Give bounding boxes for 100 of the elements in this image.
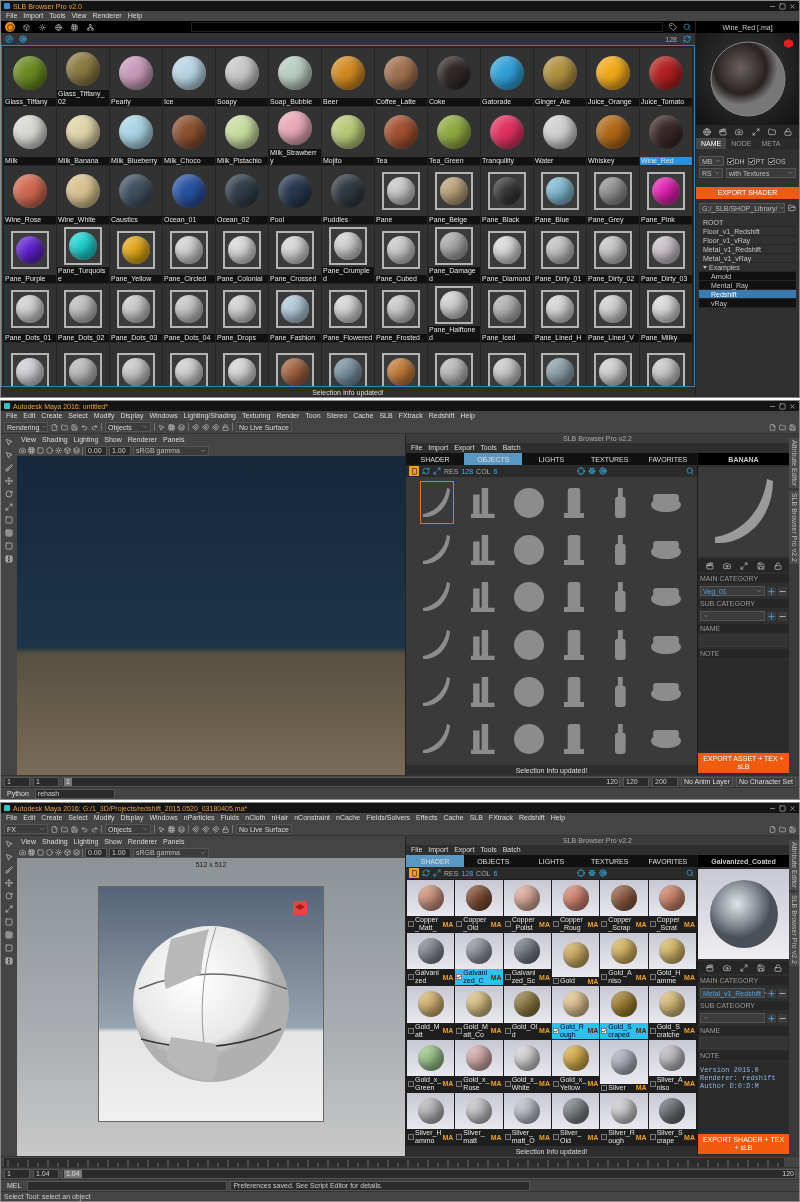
square-icon[interactable] <box>5 516 13 524</box>
material-tile[interactable] <box>57 343 109 386</box>
checkbox[interactable] <box>601 921 608 928</box>
checkbox[interactable] <box>649 1134 656 1140</box>
target-icon[interactable] <box>598 467 607 475</box>
unlock-icon[interactable] <box>773 561 782 570</box>
material-tile[interactable] <box>587 343 639 386</box>
brush-icon[interactable] <box>5 866 13 874</box>
pointer-icon[interactable] <box>158 423 165 431</box>
square-icon[interactable] <box>5 918 13 926</box>
material-tile[interactable] <box>428 343 480 386</box>
checkbox[interactable] <box>456 921 463 928</box>
folder-icon[interactable] <box>767 127 776 136</box>
film-icon[interactable] <box>5 555 13 563</box>
magnet-icon[interactable] <box>192 423 199 431</box>
maximize-icon[interactable] <box>779 2 786 10</box>
mode-button[interactable] <box>37 22 47 32</box>
plus-icon[interactable] <box>767 611 776 621</box>
file-icon[interactable] <box>51 825 58 833</box>
checkbox[interactable] <box>408 974 414 981</box>
refresh-icon[interactable] <box>683 35 691 43</box>
circle-icon[interactable] <box>46 447 53 454</box>
expand-arrows-icon[interactable] <box>5 503 13 511</box>
save-icon[interactable] <box>756 963 765 972</box>
checkbox[interactable] <box>601 974 608 981</box>
camera-icon[interactable] <box>722 561 731 570</box>
move-icon[interactable] <box>5 477 13 485</box>
checkbox[interactable] <box>456 1134 463 1140</box>
save-icon[interactable] <box>789 825 796 833</box>
grid-icon[interactable] <box>168 825 175 833</box>
checkbox[interactable] <box>601 1084 608 1091</box>
undo-icon[interactable] <box>81 423 88 431</box>
view-toggle-button[interactable] <box>409 466 419 476</box>
folder-icon[interactable] <box>779 423 786 431</box>
compass-icon[interactable] <box>5 35 13 43</box>
close-icon[interactable] <box>789 804 796 812</box>
file-icon[interactable] <box>51 423 58 431</box>
folder-icon[interactable] <box>61 423 68 431</box>
refresh-icon[interactable] <box>422 869 430 877</box>
layers-icon[interactable] <box>178 825 185 833</box>
material-tile[interactable] <box>640 343 692 386</box>
clapperboard-icon[interactable] <box>705 561 714 570</box>
circle-icon[interactable] <box>46 849 53 856</box>
material-tile[interactable] <box>269 343 321 386</box>
close-icon[interactable] <box>789 402 796 410</box>
checkbox[interactable] <box>747 157 755 165</box>
checkbox[interactable] <box>649 974 656 981</box>
caret-icon[interactable] <box>779 205 786 211</box>
checkbox[interactable] <box>456 974 463 981</box>
expand-arrows-icon[interactable] <box>739 963 748 972</box>
grid-icon[interactable] <box>168 423 175 431</box>
target-icon[interactable] <box>598 869 607 877</box>
brush-icon[interactable] <box>5 464 13 472</box>
checkbox[interactable] <box>767 157 775 165</box>
checkbox[interactable] <box>726 157 734 165</box>
checkbox[interactable] <box>408 921 414 928</box>
checkbox[interactable] <box>408 1134 414 1140</box>
crosshair-icon[interactable] <box>576 869 585 877</box>
square-icon[interactable] <box>5 542 13 550</box>
sun-icon[interactable] <box>55 849 62 856</box>
grid-icon[interactable] <box>5 931 13 939</box>
checkbox[interactable] <box>553 921 559 928</box>
folder-icon[interactable] <box>779 825 786 833</box>
camera-icon[interactable] <box>722 963 731 972</box>
magnet-icon[interactable] <box>202 825 209 833</box>
mode-button[interactable] <box>21 22 31 32</box>
expand-arrows-icon[interactable] <box>5 905 13 913</box>
plus-icon[interactable] <box>767 1013 776 1023</box>
sun-icon[interactable] <box>55 447 62 454</box>
material-tile[interactable] <box>322 343 374 386</box>
grid-icon[interactable] <box>28 447 35 454</box>
magnet-icon[interactable] <box>212 423 219 431</box>
checkbox[interactable] <box>553 1027 559 1034</box>
square-icon[interactable] <box>5 944 13 952</box>
file-icon[interactable] <box>769 825 776 833</box>
move-icon[interactable] <box>5 879 13 887</box>
unlock-icon[interactable] <box>783 127 792 136</box>
clapperboard-icon[interactable] <box>719 127 728 136</box>
save-icon[interactable] <box>789 423 796 431</box>
checkbox[interactable] <box>553 1080 559 1087</box>
camera-icon[interactable] <box>19 447 26 454</box>
search-icon[interactable] <box>683 23 691 31</box>
checkbox[interactable] <box>456 1080 463 1087</box>
redo-icon[interactable] <box>91 825 98 833</box>
undo-icon[interactable] <box>81 825 88 833</box>
expand-caret-icon[interactable] <box>703 265 707 269</box>
lock-icon[interactable] <box>222 825 229 833</box>
save-icon[interactable] <box>756 561 765 570</box>
minus-icon[interactable] <box>778 1013 787 1023</box>
minus-icon[interactable] <box>778 586 787 596</box>
search-field[interactable] <box>191 22 663 32</box>
checkbox[interactable] <box>649 921 656 928</box>
target-icon[interactable] <box>19 35 27 43</box>
maximize-icon[interactable] <box>779 402 786 410</box>
cube-icon[interactable] <box>64 447 71 454</box>
minus-icon[interactable] <box>778 611 787 621</box>
checkbox[interactable] <box>601 1134 608 1140</box>
cube-icon[interactable] <box>64 849 71 856</box>
checkbox[interactable] <box>553 978 559 985</box>
checkbox[interactable] <box>504 921 511 928</box>
